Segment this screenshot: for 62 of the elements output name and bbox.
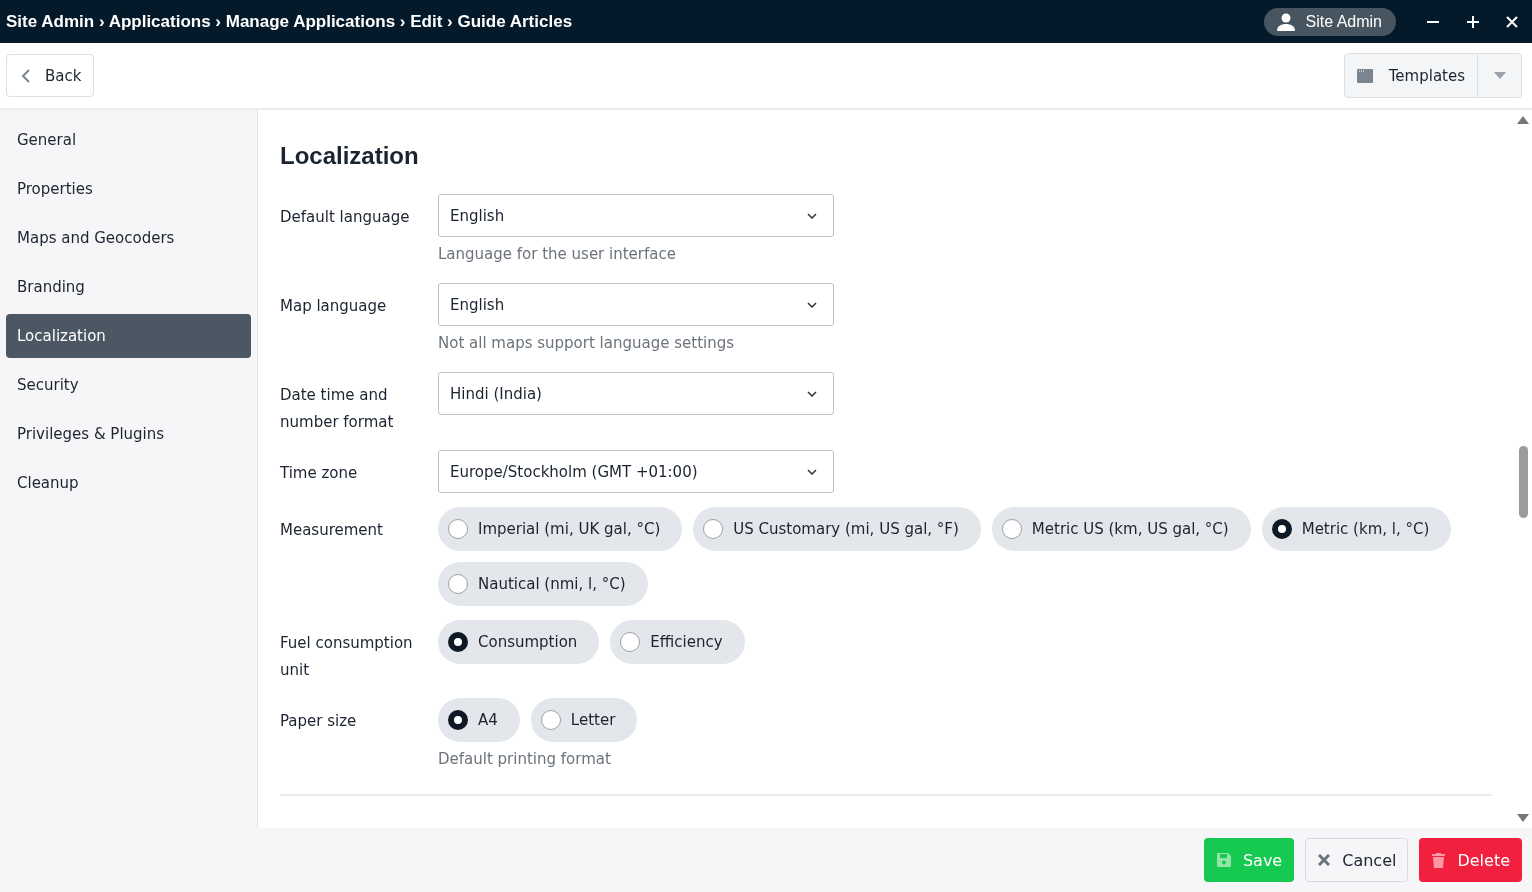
radio-option[interactable]: Metric US (km, US gal, °C) [991,507,1251,551]
close-icon[interactable] [1506,15,1518,28]
sidebar-item[interactable]: Localization [6,314,251,358]
field-label: Fuel consumption unit [280,633,414,681]
field-hint: Language for the user interface [438,245,677,263]
radio-button[interactable] [1271,519,1292,539]
dropdown-field[interactable]: Europe/Stockholm (GMT +01:00) [438,450,834,493]
sidebar-item[interactable]: Properties [6,167,251,211]
radio-option[interactable]: US Customary (mi, US gal, °F) [693,507,981,551]
radio-option[interactable]: Imperial (mi, UK gal, °C) [438,507,683,551]
scroll-up-icon[interactable] [1517,116,1529,124]
sidebar-item[interactable]: Cleanup [6,461,251,505]
radio-button[interactable] [1001,519,1022,539]
radio-button[interactable] [620,632,641,652]
radio-option[interactable]: Efficiency [610,620,745,664]
radio-option[interactable]: Consumption [438,620,600,664]
cancel-button[interactable]: Cancel [1305,838,1409,882]
trash-icon [1432,852,1446,868]
breadcrumb: Site Admin › Applications › Manage Applications › Edit › Guide Articles [6,11,573,32]
field-label: Map language [280,296,388,317]
chevron-down-icon [807,301,817,308]
back-button[interactable]: Back [6,54,95,97]
window-icon [1356,68,1373,83]
field-label: Date time and number format [280,385,395,433]
radio-option[interactable]: Nautical (nmi, l, °C) [438,562,648,606]
section-title: Localization [280,142,420,170]
field-label: Default language [280,207,411,228]
sidebar-item[interactable]: Branding [6,265,251,309]
delete-button[interactable]: Delete [1419,838,1522,882]
sidebar-item[interactable]: Privileges & Plugins [6,412,251,456]
user-button[interactable]: Site Admin [1263,7,1396,36]
scroll-down-icon[interactable] [1517,814,1529,822]
scrollbar-thumb[interactable] [1518,446,1528,518]
user-icon [1275,11,1296,32]
radio-option[interactable]: Letter [530,698,638,742]
sidebar-item[interactable]: Security [6,363,251,407]
radio-option[interactable]: A4 [438,698,520,742]
radio-button[interactable] [448,519,468,539]
dropdown-field[interactable]: English [438,194,834,237]
close-icon [1318,854,1331,866]
radio-button[interactable] [448,574,468,594]
radio-option[interactable]: Metric (km, l, °C) [1261,507,1452,551]
chevron-left-icon [21,68,31,83]
radio-button[interactable] [703,519,724,539]
field-hint: Default printing format [438,750,612,768]
dropdown-field[interactable]: English [438,283,834,326]
chevron-down-icon [807,390,817,397]
radio-button[interactable] [540,710,561,730]
field-hint: Not all maps support language settings [438,334,736,352]
templates-button[interactable]: Templates [1344,54,1478,97]
radio-button[interactable] [448,710,468,730]
field-label: Time zone [280,463,359,484]
field-label: Paper size [280,711,358,732]
field-label: Measurement [280,520,384,541]
dropdown-field[interactable]: Hindi (India) [438,372,834,415]
chevron-down-icon [807,468,817,475]
sidebar-item[interactable]: Maps and Geocoders [6,216,251,260]
maximize-icon[interactable] [1466,14,1480,29]
chevron-down-icon [807,212,817,219]
radio-button[interactable] [448,632,468,652]
sidebar-item[interactable]: General [6,118,251,162]
caret-icon [1493,72,1506,79]
